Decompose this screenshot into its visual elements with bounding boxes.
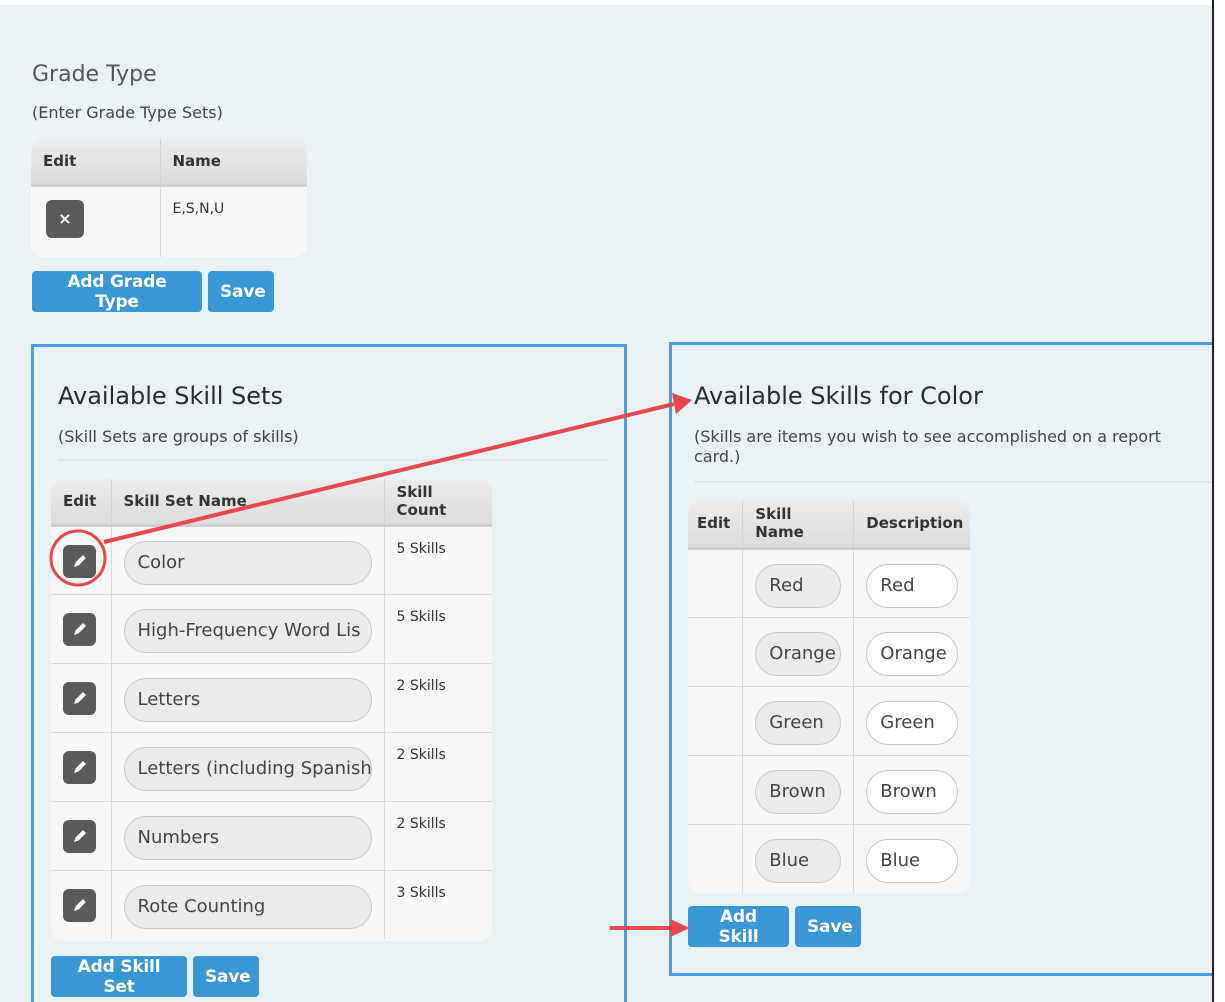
- skill-edit-cell: [688, 755, 744, 825]
- column-header-skill-count: Skill Count: [384, 479, 492, 527]
- grade-type-name: E,S,N,U: [172, 200, 225, 217]
- table-row: Rote Counting 3 Skills: [51, 870, 492, 939]
- table-row: Color 5 Skills: [51, 525, 492, 595]
- table-row: Letters (including Spanish 2 Skills: [51, 732, 492, 802]
- grade-type-table: Edit Name × E,S,N,U: [31, 139, 307, 257]
- pencil-icon[interactable]: [63, 612, 96, 646]
- table-row: High-Frequency Word Lis 5 Skills: [51, 594, 492, 664]
- table-row: × E,S,N,U: [31, 185, 307, 257]
- column-header-skill-set-name: Skill Set Name: [111, 479, 385, 527]
- skills-subtitle-line2: card.): [694, 447, 741, 466]
- skill-sets-table: Edit Skill Set Name Skill Count Color 5 …: [51, 479, 492, 941]
- skill-edit-cell: [688, 617, 744, 687]
- skill-set-name-input[interactable]: High-Frequency Word Lis: [123, 608, 372, 653]
- skill-name-input[interactable]: Brown: [755, 769, 842, 814]
- grade-type-subtitle: (Enter Grade Type Sets): [32, 103, 223, 122]
- skill-name-input[interactable]: Green: [755, 700, 842, 745]
- skill-edit-cell: [688, 824, 744, 893]
- skills-subtitle-line1: (Skills are items you wish to see accomp…: [694, 427, 1161, 446]
- skill-sets-title: Available Skill Sets: [58, 382, 283, 410]
- skill-count: 5 Skills: [384, 525, 492, 595]
- add-skill-set-button[interactable]: Add Skill Set: [51, 956, 187, 997]
- skill-count: 5 Skills: [384, 594, 492, 664]
- close-icon[interactable]: ×: [46, 199, 84, 238]
- skill-set-name-input[interactable]: Letters: [123, 677, 372, 722]
- column-header-edit: Edit: [51, 479, 112, 527]
- column-header-skill-name: Skill Name: [742, 500, 855, 550]
- pencil-icon[interactable]: [63, 681, 96, 715]
- skill-count: 2 Skills: [384, 732, 492, 802]
- pencil-icon[interactable]: [63, 544, 96, 578]
- table-row: Red Red: [688, 548, 970, 618]
- grade-type-title: Grade Type: [32, 62, 157, 87]
- table-row: Blue Blue: [688, 824, 970, 893]
- skill-count: 2 Skills: [384, 801, 492, 871]
- skill-edit-cell: [688, 548, 744, 618]
- column-header-description: Description: [853, 500, 970, 550]
- column-header-edit: Edit: [31, 139, 161, 187]
- table-row: Green Green: [688, 686, 970, 756]
- skill-sets-divider: [58, 459, 607, 461]
- grade-type-save-button[interactable]: Save: [208, 271, 274, 312]
- table-row: Letters 2 Skills: [51, 663, 492, 733]
- add-grade-type-button[interactable]: Add Grade Type: [32, 271, 202, 312]
- table-row: Numbers 2 Skills: [51, 801, 492, 871]
- skill-set-name-input[interactable]: Numbers: [123, 815, 372, 860]
- skills-title: Available Skills for Color: [694, 382, 983, 410]
- skill-edit-cell: [688, 686, 744, 756]
- skill-name-input[interactable]: Red: [755, 563, 842, 608]
- table-row: Orange Orange: [688, 617, 970, 687]
- pencil-icon[interactable]: [63, 888, 96, 922]
- skill-description-input[interactable]: Red: [866, 563, 959, 608]
- skills-save-button[interactable]: Save: [795, 906, 861, 947]
- table-row: Brown Brown: [688, 755, 970, 825]
- skill-description-input[interactable]: Blue: [866, 838, 959, 883]
- column-header-name: Name: [160, 139, 307, 187]
- skill-name-input[interactable]: Blue: [755, 838, 842, 883]
- skill-count: 2 Skills: [384, 663, 492, 733]
- pencil-icon[interactable]: [63, 750, 96, 784]
- skills-divider: [694, 481, 1212, 483]
- skill-sets-save-button[interactable]: Save: [193, 956, 259, 997]
- skill-description-input[interactable]: Brown: [866, 769, 959, 814]
- skill-name-input[interactable]: Orange: [755, 631, 842, 676]
- skill-count: 3 Skills: [396, 884, 446, 901]
- add-skill-button[interactable]: Add Skill: [688, 906, 789, 947]
- skills-table: Edit Skill Name Description Red Red Oran…: [688, 500, 970, 893]
- skill-sets-subtitle: (Skill Sets are groups of skills): [58, 427, 299, 446]
- skill-set-name-input[interactable]: Rote Counting: [123, 884, 372, 929]
- skill-set-name-input[interactable]: Letters (including Spanish: [123, 746, 372, 791]
- column-header-edit: Edit: [688, 500, 744, 550]
- window-edge-line: [1212, 0, 1214, 1002]
- skill-description-input[interactable]: Orange: [866, 631, 959, 676]
- top-border: [0, 0, 1225, 5]
- skill-set-name-input[interactable]: Color: [123, 540, 372, 585]
- pencil-icon[interactable]: [63, 819, 96, 853]
- skill-description-input[interactable]: Green: [866, 700, 959, 745]
